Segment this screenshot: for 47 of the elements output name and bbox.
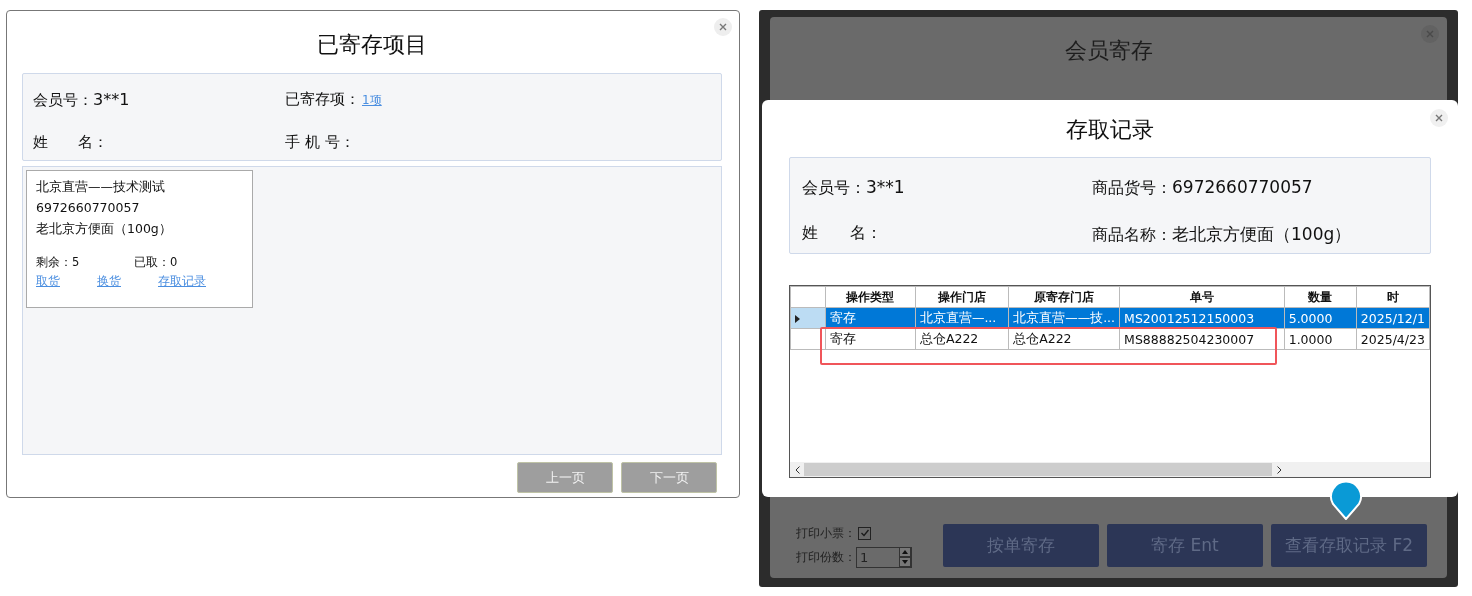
column-header: 原寄存门店 xyxy=(1008,286,1120,308)
field-label: 姓 名： xyxy=(33,132,108,152)
scroll-right-icon[interactable] xyxy=(1276,465,1282,474)
column-header: 数量 xyxy=(1284,286,1357,308)
field-label: 商品名称： xyxy=(1092,224,1172,246)
dialog-title: 已寄存项目 xyxy=(316,31,428,59)
field-label: 姓 名： xyxy=(802,222,882,244)
checkbox[interactable] xyxy=(858,526,871,540)
field-value: 3**1 xyxy=(93,90,130,109)
number-spinner[interactable]: 1 xyxy=(856,546,912,568)
close-button[interactable] xyxy=(1430,109,1448,127)
current-row-icon xyxy=(795,314,800,323)
field-value: 3**1 xyxy=(866,177,905,197)
stat-value: 0 xyxy=(170,255,178,269)
item-name: 老北京方便面（100g） xyxy=(36,220,173,238)
stat-value: 5 xyxy=(72,255,80,269)
table-cell: 2025/4/23 xyxy=(1356,328,1430,350)
option-label: 打印份数： xyxy=(796,548,856,566)
scroll-left-icon[interactable] xyxy=(794,465,800,474)
row-header xyxy=(790,286,826,308)
field-label: 已寄存项： xyxy=(285,90,360,109)
table-cell: 1.0000 xyxy=(1284,328,1357,350)
column-header: 单号 xyxy=(1119,286,1285,308)
field-value: 老北京方便面（100g） xyxy=(1172,222,1352,246)
close-button[interactable] xyxy=(714,18,732,36)
dialog-title: 存取记录 xyxy=(1065,116,1155,144)
column-header: 时 xyxy=(1356,286,1430,308)
action-link[interactable]: 存取记录 xyxy=(158,274,219,289)
field-label: 商品货号： xyxy=(1092,178,1172,199)
action-link[interactable]: 取货 xyxy=(36,274,97,289)
close-icon xyxy=(1435,114,1443,122)
column-header: 操作门店 xyxy=(915,286,1009,308)
option-label: 打印小票： xyxy=(796,524,856,542)
field-label: 手 机 号： xyxy=(285,132,355,152)
field-label: 会员号： xyxy=(33,91,93,110)
column-header: 操作类型 xyxy=(825,286,916,308)
dialog-title: 会员寄存 xyxy=(1063,37,1154,65)
stat-label: 已取： xyxy=(134,255,170,269)
field-value: 6972660770057 xyxy=(1172,177,1313,197)
field-label: 会员号： xyxy=(802,178,866,199)
store-name: 北京直营——技术测试 xyxy=(36,178,166,196)
action-link[interactable]: 换货 xyxy=(97,274,158,289)
close-icon xyxy=(719,23,727,31)
stat-label: 剩余： xyxy=(36,255,72,269)
item-code: 6972660770057 xyxy=(36,199,141,217)
count-link[interactable]: 1项 xyxy=(362,92,382,109)
close-icon xyxy=(1426,30,1434,38)
